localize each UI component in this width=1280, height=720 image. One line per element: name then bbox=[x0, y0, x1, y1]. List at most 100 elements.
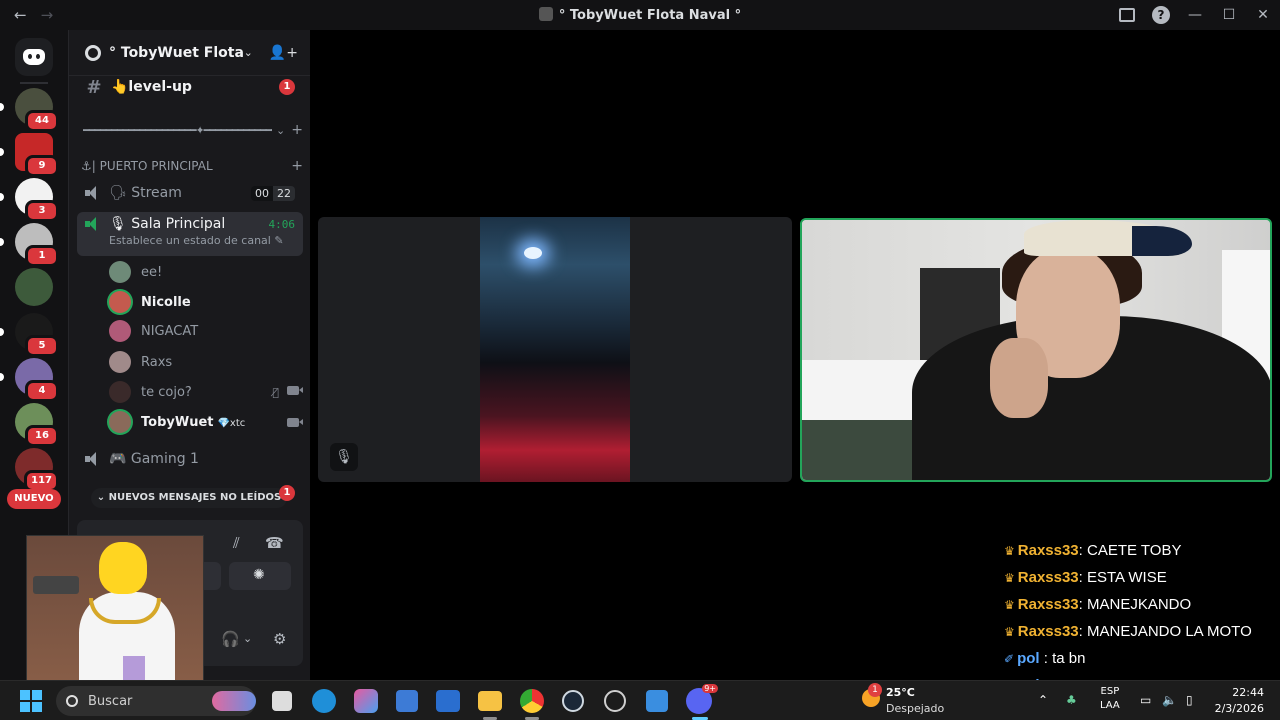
blanket-shape bbox=[802, 420, 922, 480]
tray-app-icon[interactable]: ♣ bbox=[1066, 693, 1080, 707]
member-name: NIGACAT bbox=[141, 323, 199, 339]
input-language[interactable]: ESP LAA bbox=[1100, 685, 1120, 713]
clock-date: 2/3/2026 bbox=[1214, 702, 1264, 715]
headlight-glow bbox=[524, 247, 542, 259]
channel-stream[interactable]: 🗣 Stream 00 22 bbox=[77, 178, 303, 208]
avatar-head-shape bbox=[99, 542, 147, 594]
guild-separator bbox=[20, 82, 48, 84]
task-view-icon[interactable] bbox=[272, 691, 292, 711]
avatar-gun-shape bbox=[33, 576, 79, 594]
channel-gaming-1[interactable]: 🎮 Gaming 1 bbox=[77, 444, 303, 474]
server-settings-icon bbox=[85, 44, 101, 61]
member-status-icons: 🎙̸ bbox=[272, 385, 303, 399]
voice-member[interactable]: te cojo? 🎙̸ bbox=[109, 378, 303, 406]
chat-text: : CAETE TOBY bbox=[1078, 542, 1182, 559]
photos-icon[interactable] bbox=[646, 690, 668, 712]
inbox-icon[interactable] bbox=[1119, 8, 1135, 22]
chevron-down-icon[interactable]: ⌄ bbox=[243, 632, 252, 645]
voice-member[interactable]: ee! bbox=[109, 258, 303, 286]
tray-overflow-icon[interactable]: ⌃ bbox=[1038, 693, 1052, 707]
voice-member[interactable]: TobyWuet 💎xtc bbox=[109, 408, 303, 436]
chat-text: : MANEJKANDO bbox=[1078, 596, 1192, 613]
video-tile-stream[interactable]: 🎙 bbox=[318, 217, 792, 482]
server-icon[interactable]: 3 bbox=[0, 178, 59, 222]
weather-badge: 1 bbox=[868, 683, 882, 697]
add-channel-icon[interactable]: + bbox=[291, 122, 303, 138]
activity-button[interactable]: ✺ bbox=[229, 562, 291, 590]
outlook-icon[interactable] bbox=[436, 690, 460, 712]
unread-pill bbox=[0, 328, 4, 336]
avatar bbox=[109, 351, 131, 373]
server-icon[interactable]: 9 bbox=[0, 133, 59, 177]
camera-icon bbox=[287, 385, 303, 395]
channel-name: 👆level-up bbox=[111, 79, 192, 95]
voice-member[interactable]: NIGACAT bbox=[109, 317, 303, 345]
crown-icon: ♛ bbox=[1004, 544, 1015, 558]
discord-taskbar-icon[interactable]: 9+ bbox=[686, 684, 718, 714]
edge-icon[interactable] bbox=[312, 689, 336, 713]
network-icon[interactable]: ▭ bbox=[1140, 693, 1154, 707]
language-code: ESP bbox=[1100, 686, 1120, 697]
camera-icon bbox=[287, 417, 303, 427]
help-icon[interactable]: ? bbox=[1152, 6, 1170, 24]
chat-user: Raxss33 bbox=[1017, 596, 1079, 613]
channel-name: 🎙 Sala Principal bbox=[109, 216, 226, 232]
direct-messages-button[interactable] bbox=[15, 38, 53, 76]
server-header[interactable]: ° TobyWuet Flota ... ⌄ 👤+ bbox=[69, 30, 310, 76]
chat-user: Raxss33 bbox=[1017, 623, 1079, 640]
video-tile-camera[interactable] bbox=[800, 218, 1272, 482]
avatar bbox=[109, 411, 131, 433]
invite-people-icon[interactable]: 👤+ bbox=[269, 45, 298, 61]
discord-notification-badge: 9+ bbox=[702, 684, 718, 693]
noise-suppression-icon[interactable]: ⫽ bbox=[233, 534, 240, 552]
hash-icon: # bbox=[86, 76, 102, 98]
file-explorer-icon[interactable] bbox=[478, 691, 502, 711]
search-icon bbox=[66, 695, 78, 707]
maximize-button[interactable]: ☐ bbox=[1212, 7, 1246, 23]
server-icon[interactable]: 16 bbox=[15, 403, 59, 447]
speaker-icon bbox=[85, 186, 101, 200]
copilot-icon[interactable] bbox=[354, 689, 378, 713]
battery-icon[interactable]: ▯ bbox=[1186, 693, 1200, 707]
start-button[interactable] bbox=[20, 690, 42, 712]
new-unreads-pill[interactable]: NUEVO bbox=[7, 489, 61, 509]
server-icon[interactable]: 44 bbox=[0, 88, 59, 132]
close-button[interactable]: ✕ bbox=[1246, 7, 1280, 23]
system-clock[interactable]: 22:44 2/3/2026 bbox=[1215, 685, 1264, 717]
server-icon[interactable]: 4 bbox=[0, 358, 59, 402]
obs-icon[interactable] bbox=[604, 690, 626, 712]
add-channel-icon[interactable]: + bbox=[291, 158, 303, 174]
channel-divider[interactable]: ━━━━━━━━━━━━━━━━━━━━✦━━━━━━━━━━━━━... ⌄ … bbox=[83, 122, 303, 138]
user-settings-icon[interactable]: ⚙ bbox=[273, 630, 286, 648]
channel-status[interactable]: Establece un estado de canal ✎ bbox=[109, 234, 295, 247]
category-puerto-principal[interactable]: ⚓| PUERTO PRINCIPAL + bbox=[81, 158, 303, 174]
store-icon[interactable] bbox=[396, 690, 418, 712]
chat-user: Raxss33 bbox=[1017, 542, 1079, 559]
user-avatar-image[interactable] bbox=[26, 535, 204, 693]
server-icon[interactable]: 117 bbox=[15, 448, 59, 492]
mention-badge: 1 bbox=[279, 485, 295, 501]
chat-user: Raxss33 bbox=[1017, 569, 1079, 586]
channel-sala-principal[interactable]: 🎙 Sala Principal 4:06 Establece un estad… bbox=[77, 212, 303, 256]
chat-overlay: ♛ Raxss33: CAETE TOBY ♛ Raxss33: ESTA WISE… bbox=[1004, 516, 1274, 702]
server-icon[interactable]: 5 bbox=[0, 313, 59, 357]
weather-widget[interactable]: 1 25°C Despejado bbox=[862, 683, 952, 719]
voice-member[interactable]: Raxs bbox=[109, 348, 303, 376]
new-messages-bar[interactable]: ⌄ NUEVOS MENSAJES NO LEÍDOS bbox=[91, 488, 287, 508]
steam-icon[interactable] bbox=[562, 690, 584, 712]
voice-member[interactable]: Nicolle bbox=[109, 288, 303, 316]
server-icon[interactable] bbox=[15, 268, 53, 306]
minimize-button[interactable]: — bbox=[1178, 7, 1212, 23]
chrome-icon[interactable] bbox=[520, 689, 544, 713]
volume-icon[interactable]: 🔈 bbox=[1162, 693, 1177, 707]
unread-pill bbox=[0, 103, 4, 111]
member-name: ee! bbox=[141, 264, 163, 280]
disconnect-call-icon[interactable]: ☎ bbox=[265, 534, 284, 552]
widgets-button[interactable] bbox=[212, 691, 256, 711]
server-icon[interactable]: 1 bbox=[0, 223, 59, 267]
headphones-icon[interactable]: 🎧 bbox=[221, 630, 240, 648]
member-name: te cojo? bbox=[141, 384, 192, 400]
channel-level-up[interactable]: # 👆level-up 1 bbox=[77, 72, 303, 102]
chat-line-faded bbox=[1004, 516, 1274, 528]
member-status-icons bbox=[287, 417, 303, 427]
